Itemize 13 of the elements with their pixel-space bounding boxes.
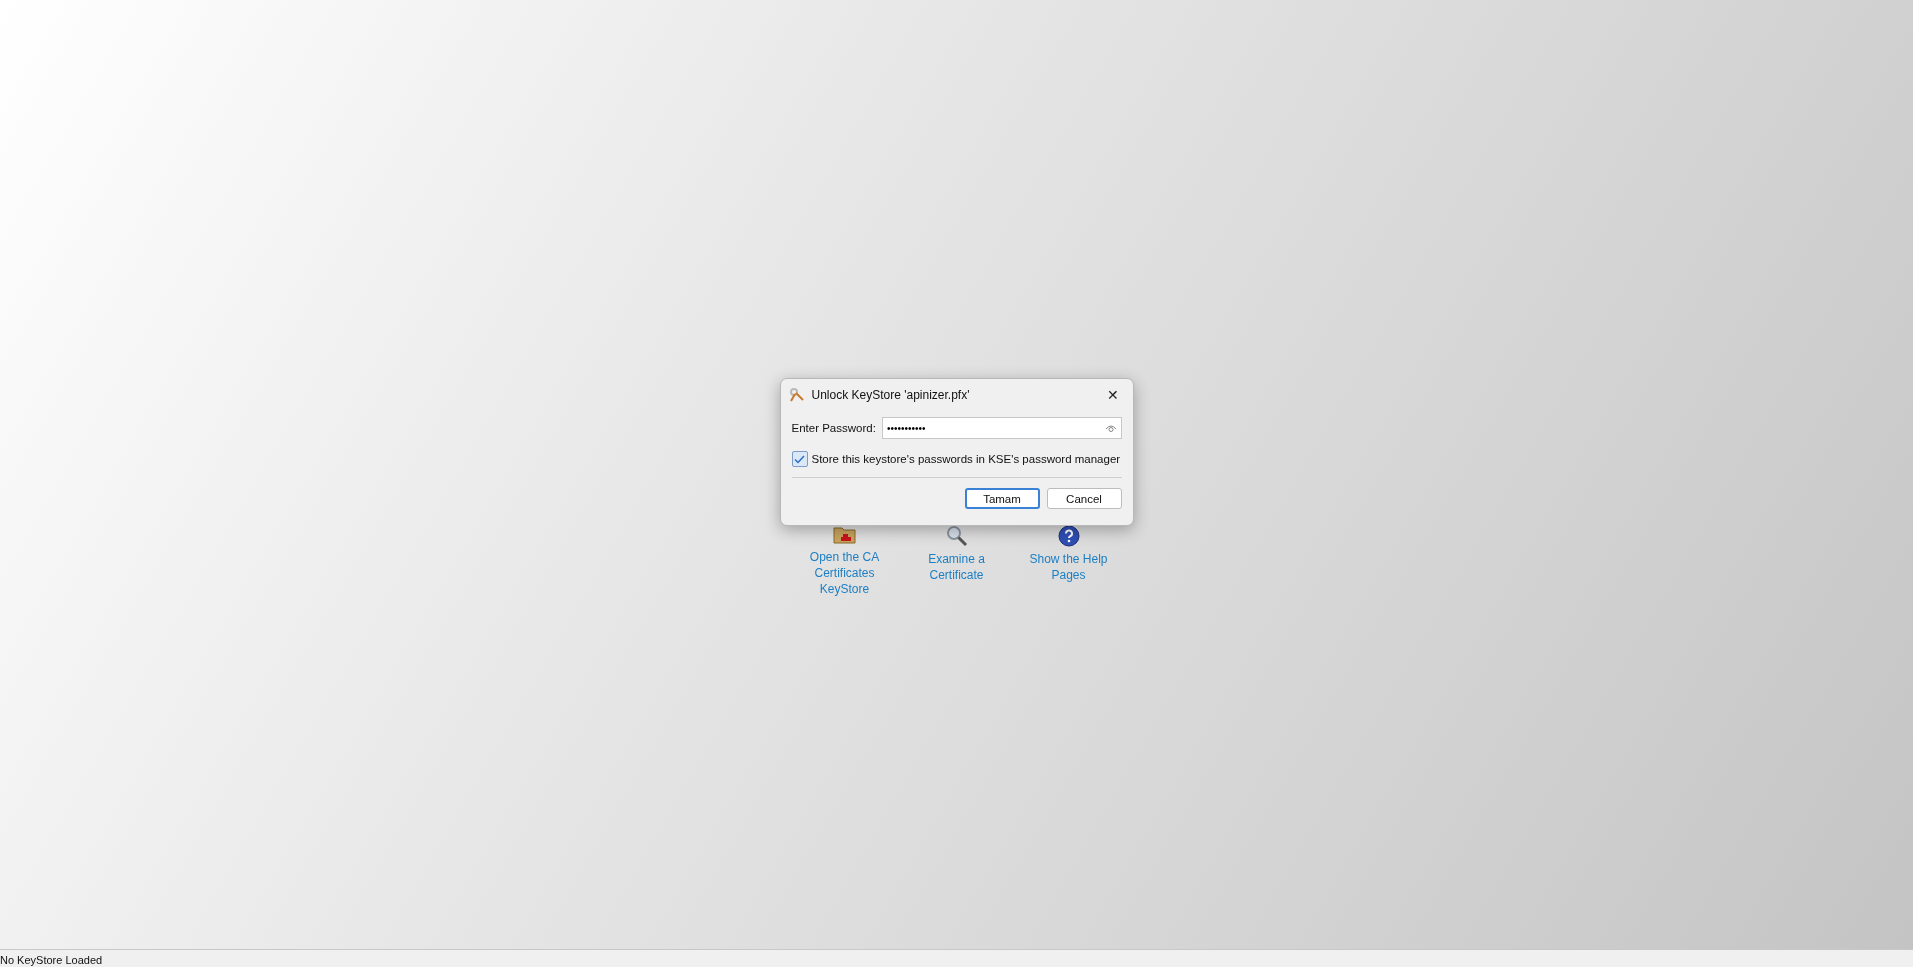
ok-button[interactable]: Tamam xyxy=(964,488,1040,509)
folder-icon xyxy=(832,525,857,545)
dialog-title: Unlock KeyStore 'apinizer.pfx' xyxy=(811,388,971,402)
status-text: No KeyStore Loaded xyxy=(0,953,103,967)
eye-icon[interactable] xyxy=(1104,423,1117,433)
cancel-button[interactable]: Cancel xyxy=(1046,488,1122,509)
close-button[interactable]: ✕ xyxy=(1100,387,1125,403)
store-checkbox[interactable] xyxy=(791,451,808,467)
password-label: Enter Password: xyxy=(791,422,876,434)
magnifier-icon xyxy=(945,525,968,547)
checkbox-label: Store this keystore's passwords in KSE's password manager xyxy=(811,453,1121,465)
help-icon xyxy=(1057,525,1080,547)
password-field[interactable]: ••••••••••• xyxy=(881,417,1122,439)
